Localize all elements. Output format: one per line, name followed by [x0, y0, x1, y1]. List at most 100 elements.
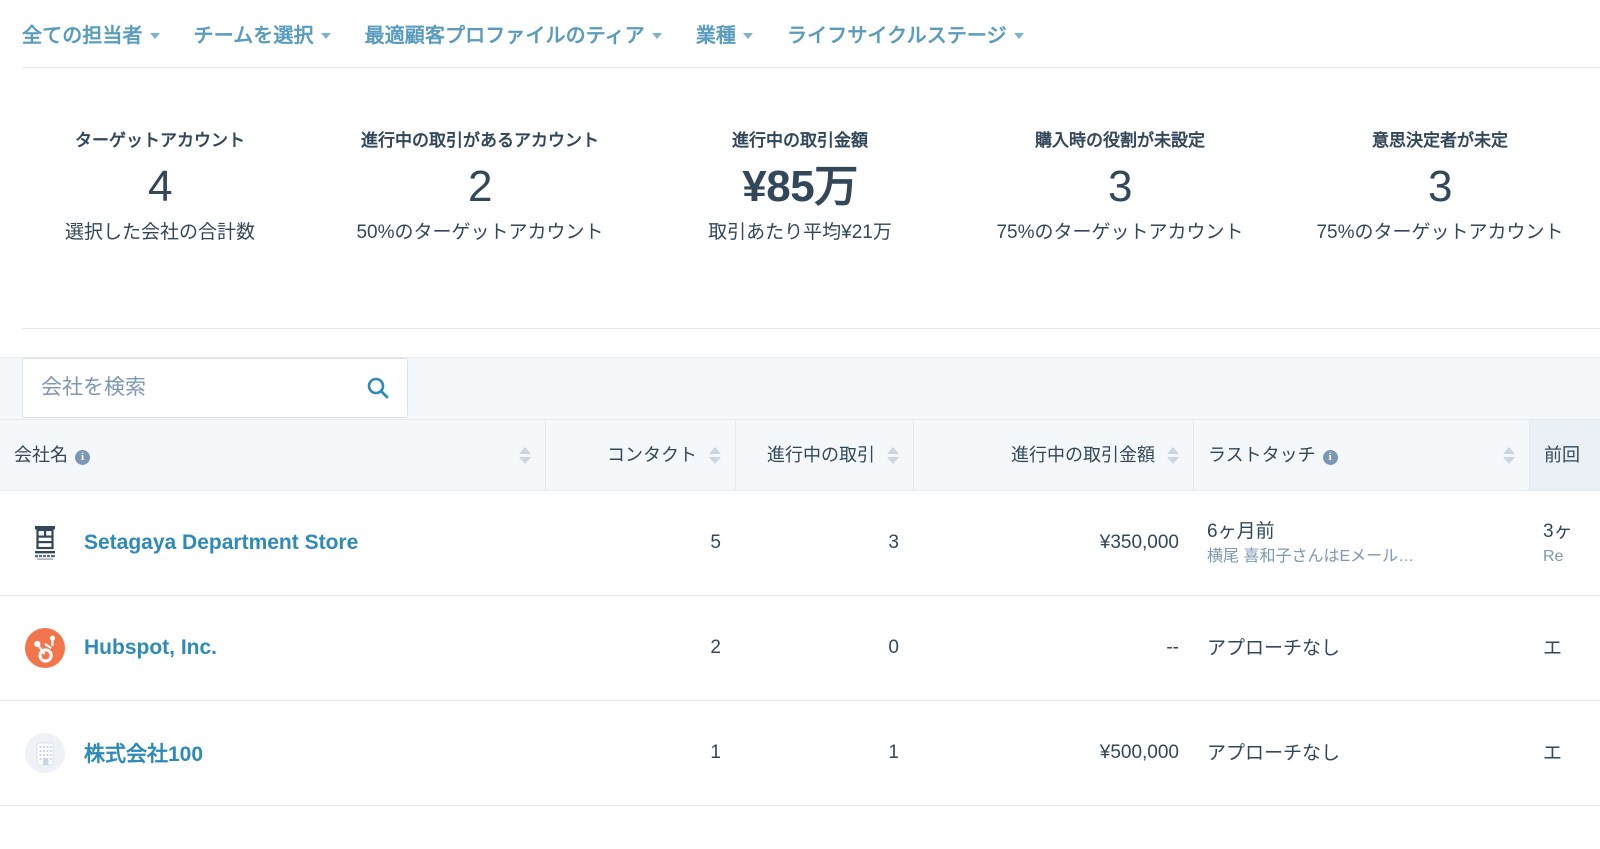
- search-input[interactable]: [39, 375, 357, 401]
- stat-label: 進行中の取引金額: [732, 131, 868, 150]
- sort-toggle-icon[interactable]: [519, 446, 531, 464]
- search-icon[interactable]: [365, 375, 391, 401]
- table-body: Setagaya Department Store 5 3 ¥350,000 6…: [0, 491, 1600, 806]
- cell-next-activity: エ: [1529, 701, 1600, 805]
- column-header-open-deals[interactable]: 進行中の取引: [735, 420, 913, 490]
- stat-missing-decision-maker: 意思決定者が未定 3 75%のターゲットアカウント: [1280, 128, 1600, 247]
- sort-toggle-icon[interactable]: [709, 446, 721, 464]
- stat-value: 3: [1108, 162, 1132, 211]
- column-header-label: 進行中の取引金額: [1011, 445, 1155, 465]
- filter-lifecycle-stage[interactable]: ライフサイクルステージ: [787, 19, 1024, 48]
- last-touch-time: 6ヶ月前: [1207, 520, 1275, 542]
- next-activity-detail: Re: [1543, 547, 1564, 565]
- chevron-down-icon: [651, 32, 662, 39]
- column-header-label: コンタクト: [607, 445, 697, 465]
- stat-value: 3: [1428, 162, 1452, 211]
- setagaya-department-store-logo: [22, 520, 68, 566]
- cell-company: Hubspot, Inc.: [0, 596, 545, 700]
- next-activity-time: エ: [1543, 637, 1563, 659]
- table-row[interactable]: 株式会社100 1 1 ¥500,000 アプローチなし エ: [0, 701, 1600, 806]
- company-link[interactable]: Hubspot, Inc.: [84, 636, 217, 660]
- search-company-box[interactable]: [22, 358, 408, 418]
- chevron-down-icon: [743, 32, 754, 39]
- stat-sub: 75%のターゲットアカウント: [996, 222, 1244, 243]
- table-row[interactable]: Setagaya Department Store 5 3 ¥350,000 6…: [0, 491, 1600, 596]
- cell-company: 株式会社100: [0, 701, 545, 805]
- cell-open-deal-amount: ¥500,000: [1099, 742, 1179, 763]
- accounts-table: 会社名 i コンタクト 進行中の取引 進行中の取引金額 ラストタッチ i 前回 …: [0, 419, 1600, 806]
- table-header-row: 会社名 i コンタクト 進行中の取引 進行中の取引金額 ラストタッチ i 前回: [0, 419, 1600, 491]
- cell-contacts: 1: [710, 742, 721, 763]
- stat-label: 意思決定者が未定: [1372, 131, 1508, 150]
- column-header-next-activity[interactable]: 前回: [1529, 420, 1600, 490]
- cell-company: Setagaya Department Store: [0, 491, 545, 595]
- filter-icp-tier[interactable]: 最適顧客プロファイルのティア: [365, 19, 662, 48]
- stat-value: 2: [468, 162, 492, 211]
- info-icon[interactable]: i: [1322, 450, 1338, 465]
- column-header-label: 前回: [1544, 445, 1580, 465]
- cell-contacts: 5: [710, 532, 721, 553]
- column-header-company-name[interactable]: 会社名 i: [0, 420, 545, 490]
- stat-value: 4: [148, 162, 172, 211]
- filter-team[interactable]: チームを選択: [194, 19, 331, 48]
- filter-industry-label: 業種: [695, 25, 737, 47]
- cell-contacts: 2: [710, 637, 721, 658]
- cell-open-deal-amount: --: [1166, 637, 1179, 658]
- stat-value: ¥85万: [742, 162, 858, 211]
- chevron-down-icon: [149, 32, 160, 39]
- filter-owner[interactable]: 全ての担当者: [22, 19, 160, 48]
- stat-accounts-with-open-deals: 進行中の取引があるアカウント 2 50%のターゲットアカウント: [320, 128, 640, 247]
- column-header-contacts[interactable]: コンタクト: [545, 420, 735, 490]
- filter-team-label: チームを選択: [193, 25, 314, 47]
- stats-divider: [22, 328, 1600, 329]
- filter-lifecycle-stage-label: ライフサイクルステージ: [787, 25, 1007, 47]
- summary-stats: ターゲットアカウント 4 選択した会社の合計数 進行中の取引があるアカウント 2…: [0, 128, 1600, 247]
- company-link[interactable]: 株式会社100: [84, 738, 203, 768]
- column-header-open-deal-amount[interactable]: 進行中の取引金額: [913, 420, 1193, 490]
- cell-open-deal-amount: ¥350,000: [1099, 532, 1179, 553]
- last-touch-time: アプローチなし: [1207, 742, 1341, 764]
- cell-last-touch: アプローチなし: [1193, 596, 1529, 700]
- sort-toggle-icon[interactable]: [1503, 446, 1515, 464]
- stat-label: 進行中の取引があるアカウント: [361, 131, 599, 150]
- chevron-down-icon: [1013, 32, 1024, 39]
- column-header-label: ラストタッチ: [1208, 445, 1316, 465]
- last-touch-detail: 横尾 喜和子さんはEメール…: [1207, 547, 1415, 565]
- chevron-down-icon: [320, 32, 331, 39]
- stat-label: ターゲットアカウント: [75, 131, 245, 150]
- column-header-last-touch[interactable]: ラストタッチ i: [1193, 420, 1529, 490]
- hubspot-logo: [22, 625, 68, 671]
- cell-last-touch: 6ヶ月前 横尾 喜和子さんはEメール…: [1193, 491, 1529, 595]
- stat-open-deal-amount: 進行中の取引金額 ¥85万 取引あたり平均¥21万: [640, 128, 960, 247]
- sort-toggle-icon[interactable]: [1167, 446, 1179, 464]
- cell-open-deals: 1: [888, 742, 899, 763]
- stat-sub: 選択した会社の合計数: [64, 222, 255, 243]
- filter-bar-divider: [22, 67, 1600, 68]
- company-link[interactable]: Setagaya Department Store: [84, 531, 358, 555]
- stat-sub: 取引あたり平均¥21万: [708, 222, 892, 243]
- stat-sub: 50%のターゲットアカウント: [356, 222, 604, 243]
- table-row[interactable]: Hubspot, Inc. 2 0 -- アプローチなし エ: [0, 596, 1600, 701]
- cell-next-activity: 3ヶ Re: [1529, 491, 1600, 595]
- cell-next-activity: エ: [1529, 596, 1600, 700]
- generic-company-logo: [22, 730, 68, 776]
- column-header-label: 会社名: [14, 445, 68, 465]
- stat-sub: 75%のターゲットアカウント: [1316, 222, 1564, 243]
- last-touch-time: アプローチなし: [1207, 637, 1341, 659]
- stat-label: 購入時の役割が未設定: [1035, 131, 1205, 150]
- info-icon[interactable]: i: [75, 450, 90, 465]
- abm-dashboard-page: 全ての担当者 チームを選択 最適顧客プロファイルのティア 業種 ライフサイクルス…: [0, 0, 1600, 849]
- stat-target-accounts: ターゲットアカウント 4 選択した会社の合計数: [0, 128, 320, 247]
- cell-last-touch: アプローチなし: [1193, 701, 1529, 805]
- filter-icp-tier-label: 最適顧客プロファイルのティア: [364, 25, 645, 47]
- filter-bar: 全ての担当者 チームを選択 最適顧客プロファイルのティア 業種 ライフサイクルス…: [0, 0, 1600, 67]
- sort-toggle-icon[interactable]: [887, 446, 899, 464]
- next-activity-time: エ: [1543, 742, 1563, 764]
- filter-industry[interactable]: 業種: [695, 19, 754, 48]
- cell-open-deals: 0: [888, 637, 899, 658]
- column-header-label: 進行中の取引: [767, 445, 875, 465]
- stat-missing-buying-role: 購入時の役割が未設定 3 75%のターゲットアカウント: [960, 128, 1280, 247]
- filter-owner-label: 全ての担当者: [22, 25, 143, 47]
- cell-open-deals: 3: [888, 532, 899, 553]
- next-activity-time: 3ヶ: [1543, 520, 1573, 542]
